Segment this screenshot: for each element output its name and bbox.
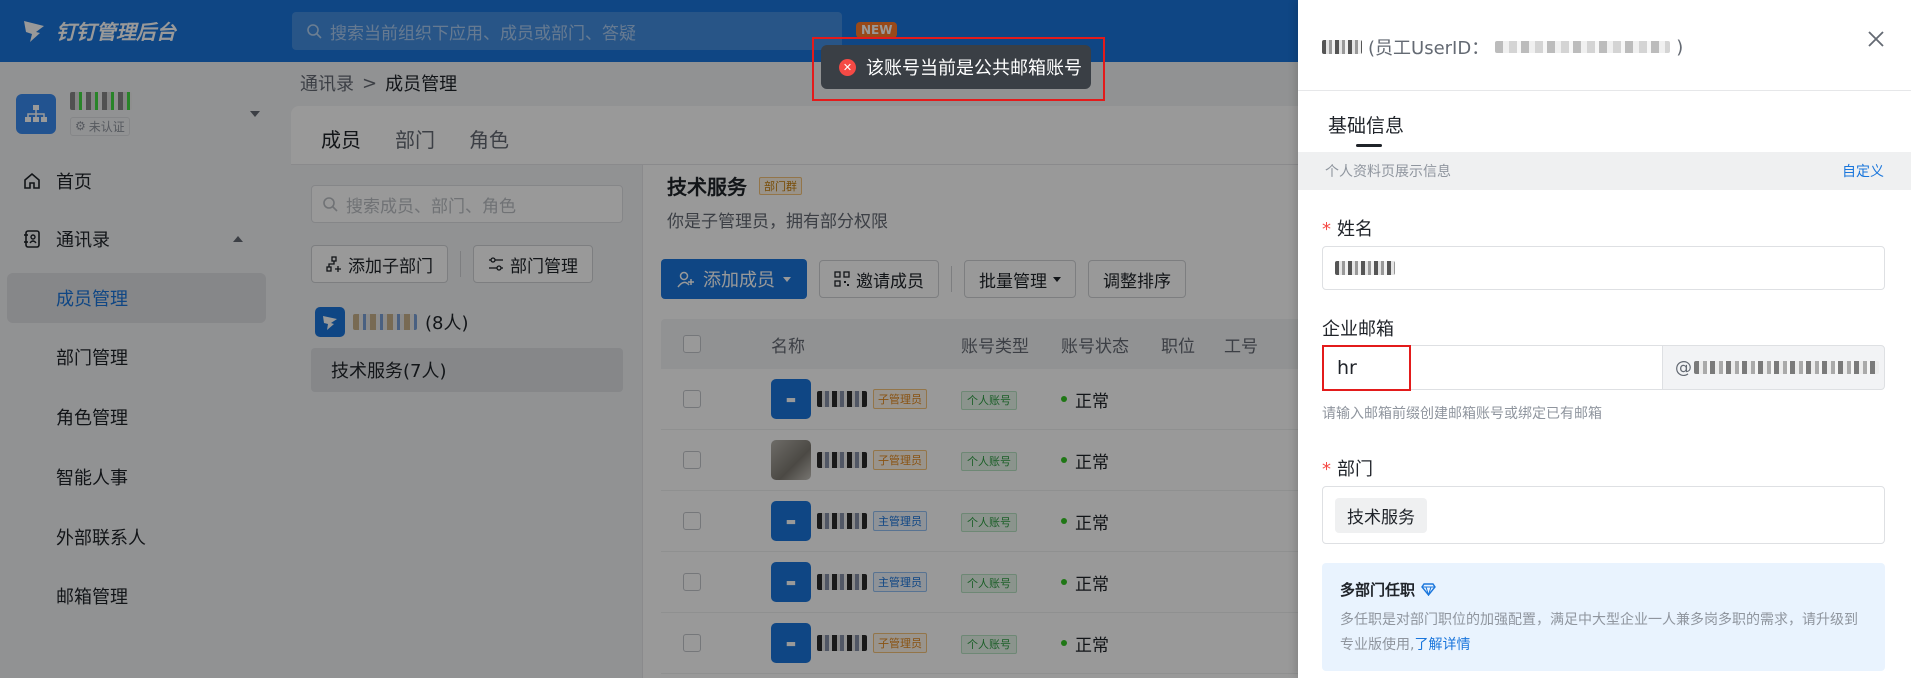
email-highlight-frame	[1322, 345, 1411, 391]
name-field[interactable]	[1322, 246, 1885, 290]
email-field-label: 企业邮箱	[1322, 315, 1394, 341]
department-field[interactable]: 技术服务	[1322, 486, 1885, 544]
error-icon: ✕	[839, 58, 856, 76]
name-value-redacted	[1335, 261, 1395, 275]
name-label-text: 姓名	[1337, 219, 1373, 240]
email-hint: 请输入邮箱前缀创建邮箱账号或绑定已有邮箱	[1322, 406, 1602, 422]
email-domain-redacted	[1694, 361, 1879, 374]
user-id-prefix: (员工UserID：	[1368, 38, 1490, 59]
department-field-label: * 部门	[1322, 455, 1373, 481]
profile-display-band: 个人资料页展示信息 自定义	[1298, 152, 1911, 190]
diamond-icon	[1421, 583, 1436, 596]
toast-message: 该账号当前是公共邮箱账号	[866, 58, 1082, 79]
email-label-text: 企业邮箱	[1322, 319, 1394, 340]
tab-basic-info[interactable]: 基础信息	[1328, 111, 1404, 138]
required-mark: *	[1322, 219, 1331, 240]
learn-more-link[interactable]: 了解详情	[1414, 637, 1470, 653]
user-id-redacted	[1495, 41, 1671, 53]
multi-department-desc: 多任职是对部门职位的加强配置，满足中大型企业一人兼多岗多职的需求，请升级到专业版…	[1340, 608, 1867, 658]
required-mark: *	[1322, 459, 1331, 480]
error-toast: ✕ 该账号当前是公共邮箱账号	[821, 45, 1091, 89]
close-icon[interactable]	[1865, 28, 1887, 50]
email-at-sign: @	[1675, 357, 1692, 378]
drawer-backdrop[interactable]	[0, 0, 1298, 678]
profile-display-note: 个人资料页展示信息	[1325, 164, 1451, 180]
user-id-suffix: )	[1676, 36, 1684, 58]
department-chip[interactable]: 技术服务	[1335, 497, 1427, 533]
drawer-divider	[1298, 90, 1911, 91]
multi-department-notice: 多部门任职 多任职是对部门职位的加强配置，满足中大型企业一人兼多岗多职的需求，请…	[1322, 563, 1885, 671]
department-label-text: 部门	[1337, 459, 1373, 480]
tab-underline	[1356, 144, 1382, 147]
customize-link[interactable]: 自定义	[1842, 161, 1884, 181]
multi-department-title-text: 多部门任职	[1340, 581, 1416, 599]
multi-department-title: 多部门任职	[1340, 579, 1867, 600]
email-domain-addon: @	[1662, 345, 1885, 390]
member-name-redacted	[1322, 40, 1362, 54]
name-field-label: * 姓名	[1322, 215, 1373, 241]
drawer-header: (员工UserID： )	[1322, 34, 1683, 60]
member-edit-drawer: (员工UserID： ) 基础信息 个人资料页展示信息 自定义 * 姓名 企业邮箱…	[1298, 0, 1911, 678]
